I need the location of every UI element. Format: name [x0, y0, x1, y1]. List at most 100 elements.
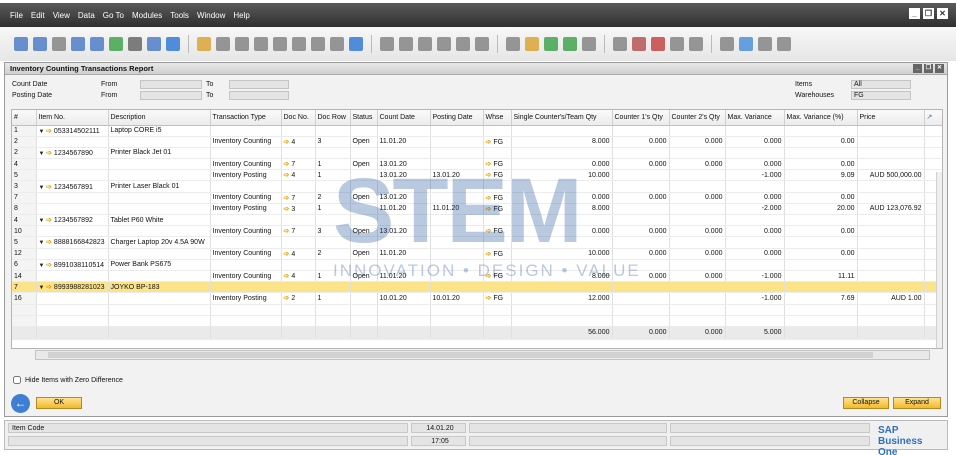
tree-icon[interactable]	[456, 37, 470, 51]
add-icon[interactable]	[544, 37, 558, 51]
collapse-button[interactable]: Collapse	[843, 397, 889, 409]
expand-triangle-icon[interactable]: ▼	[39, 151, 47, 157]
table-row[interactable]: 2 ▼ ➩ 1234567890 Printer Black Jet 01	[12, 147, 942, 160]
layout-icon[interactable]	[506, 37, 520, 51]
menu-view[interactable]: View	[53, 11, 70, 20]
link-arrow-icon[interactable]: ➩	[46, 184, 54, 191]
column-header[interactable]: Transaction Type	[210, 110, 282, 126]
table-row[interactable]: 5 ▼ ➩ 8888166842823 Charger Laptop 20v 4.5…	[12, 236, 942, 249]
doc-icon[interactable]	[128, 37, 142, 51]
paste-icon[interactable]	[418, 37, 432, 51]
back-arrow-icon[interactable]: ←	[11, 394, 30, 413]
first-icon[interactable]	[254, 37, 268, 51]
ok-button[interactable]: OK	[36, 397, 82, 409]
find-icon[interactable]	[14, 37, 28, 51]
column-header[interactable]: Count Date	[377, 110, 431, 126]
prev-icon[interactable]	[273, 37, 287, 51]
vertical-scrollbar[interactable]	[936, 172, 942, 348]
help-icon[interactable]	[739, 37, 753, 51]
last-icon[interactable]	[311, 37, 325, 51]
minimize-icon[interactable]: _	[909, 8, 920, 19]
menu-window[interactable]: Window	[197, 11, 225, 20]
count-date-to-field[interactable]	[229, 80, 289, 89]
calc-icon[interactable]	[632, 37, 646, 51]
grid-icon[interactable]	[235, 37, 249, 51]
lock-icon[interactable]	[197, 37, 211, 51]
link-arrow-icon[interactable]: ➩	[46, 128, 54, 135]
link-arrow-icon[interactable]: ➩	[46, 262, 54, 269]
column-header[interactable]: Price	[857, 110, 925, 126]
table-row[interactable]: 10 Inventory Counting ➩ 7 3 Open 13.01.20 ➩ FG…	[12, 225, 942, 238]
column-header[interactable]: Doc Row	[315, 110, 351, 126]
menu-file[interactable]: File	[10, 11, 23, 20]
column-header[interactable]: Item No.	[36, 110, 109, 126]
column-header[interactable]: Max. Variance (%)	[784, 110, 858, 126]
table-row[interactable]: 7 Inventory Counting ➩ 7 2 Open 13.01.20 ➩ FG 0…	[12, 192, 942, 204]
word-icon[interactable]	[147, 37, 161, 51]
table-row[interactable]: 5 Inventory Posting ➩ 4 1 13.01.20 13.01.20 ➩ …	[12, 169, 942, 182]
link-arrow-icon[interactable]: ➩	[46, 217, 54, 224]
link-arrow-icon[interactable]: ➩	[46, 150, 54, 157]
table-row[interactable]: 6 ▼ ➩ 8991038110514 Power Bank PS675	[12, 259, 942, 271]
org-icon[interactable]	[689, 37, 703, 51]
table-row[interactable]: 4 ▼ ➩ 1234567892 Tablet P60 White	[12, 214, 942, 227]
expand-triangle-icon[interactable]: ▼	[39, 240, 47, 246]
expand-triangle-icon[interactable]: ▼	[39, 185, 47, 191]
column-header[interactable]: Counter 1's Qty	[612, 110, 670, 126]
hide-zero-checkbox[interactable]	[13, 376, 21, 384]
menu-data[interactable]: Data	[78, 11, 95, 20]
menu-modules[interactable]: Modules	[132, 11, 162, 20]
menu-edit[interactable]: Edit	[31, 11, 45, 20]
column-header[interactable]: Status	[350, 110, 378, 126]
report-restore-icon[interactable]: ❐	[924, 64, 933, 73]
menu-go-to[interactable]: Go To	[103, 11, 124, 20]
preview-icon[interactable]	[90, 37, 104, 51]
link-arrow-icon[interactable]: ➩	[46, 284, 54, 291]
column-header[interactable]: Doc No.	[281, 110, 316, 126]
refresh-icon[interactable]	[166, 37, 180, 51]
posting-date-to-field[interactable]	[229, 91, 289, 100]
excel-icon[interactable]	[109, 37, 123, 51]
table-row[interactable]: 3 ▼ ➩ 1234567891 Printer Laser Black 01	[12, 180, 942, 193]
table-row[interactable]: 7 ▼ ➩ 8993988281023 JOYKO BP-183	[12, 281, 942, 294]
column-header[interactable]: Single Counter's/Team Qty	[511, 110, 613, 126]
user-icon[interactable]	[720, 37, 734, 51]
expand-triangle-icon[interactable]: ▼	[39, 218, 47, 224]
column-header[interactable]: Whse	[483, 110, 512, 126]
column-header[interactable]: Counter 2's Qty	[669, 110, 726, 126]
settings-icon[interactable]	[475, 37, 489, 51]
table-row[interactable]: 8 Inventory Posting ➩ 3 1 11.01.20 11.01.20 ➩ …	[12, 203, 942, 216]
duplicate-icon[interactable]	[437, 37, 451, 51]
chat-icon[interactable]	[613, 37, 627, 51]
posting-date-from-field[interactable]	[140, 91, 202, 100]
edit-icon[interactable]	[525, 37, 539, 51]
print-icon[interactable]	[33, 37, 47, 51]
menu-tools[interactable]: Tools	[170, 11, 189, 20]
scroll-thumb[interactable]	[48, 352, 873, 358]
table-row[interactable]: 4 Inventory Counting ➩ 7 1 Open 13.01.20 ➩ FG 0…	[12, 158, 942, 171]
column-header[interactable]: Description	[108, 110, 211, 126]
warehouses-field[interactable]: FG	[851, 91, 911, 100]
table-row[interactable]: 12 Inventory Counting ➩ 4 2 Open 11.01.20 ➩ FG…	[12, 248, 942, 260]
approve-icon[interactable]	[563, 37, 577, 51]
settings2-icon[interactable]	[758, 37, 772, 51]
column-settings-icon[interactable]: ↗	[924, 110, 942, 126]
sync-icon[interactable]	[330, 37, 344, 51]
expand-triangle-icon[interactable]: ▼	[39, 129, 47, 135]
items-field[interactable]: All	[851, 80, 911, 89]
msg-icon[interactable]	[582, 37, 596, 51]
email-icon[interactable]	[52, 37, 66, 51]
close-doc-icon[interactable]	[651, 37, 665, 51]
sort-icon[interactable]	[380, 37, 394, 51]
close-icon[interactable]: ✕	[937, 8, 948, 19]
report-icon[interactable]	[670, 37, 684, 51]
settings3-icon[interactable]	[777, 37, 791, 51]
table-row[interactable]: 14 Inventory Counting ➩ 4 1 Open 11.01.20 ➩ FG…	[12, 270, 942, 283]
column-header[interactable]: Posting Date	[430, 110, 484, 126]
next-icon[interactable]	[292, 37, 306, 51]
column-header[interactable]: Max. Variance	[725, 110, 785, 126]
copy-icon[interactable]	[399, 37, 413, 51]
count-date-from-field[interactable]	[140, 80, 202, 89]
restore-icon[interactable]: ❐	[923, 8, 934, 19]
expand-triangle-icon[interactable]: ▼	[39, 285, 47, 291]
